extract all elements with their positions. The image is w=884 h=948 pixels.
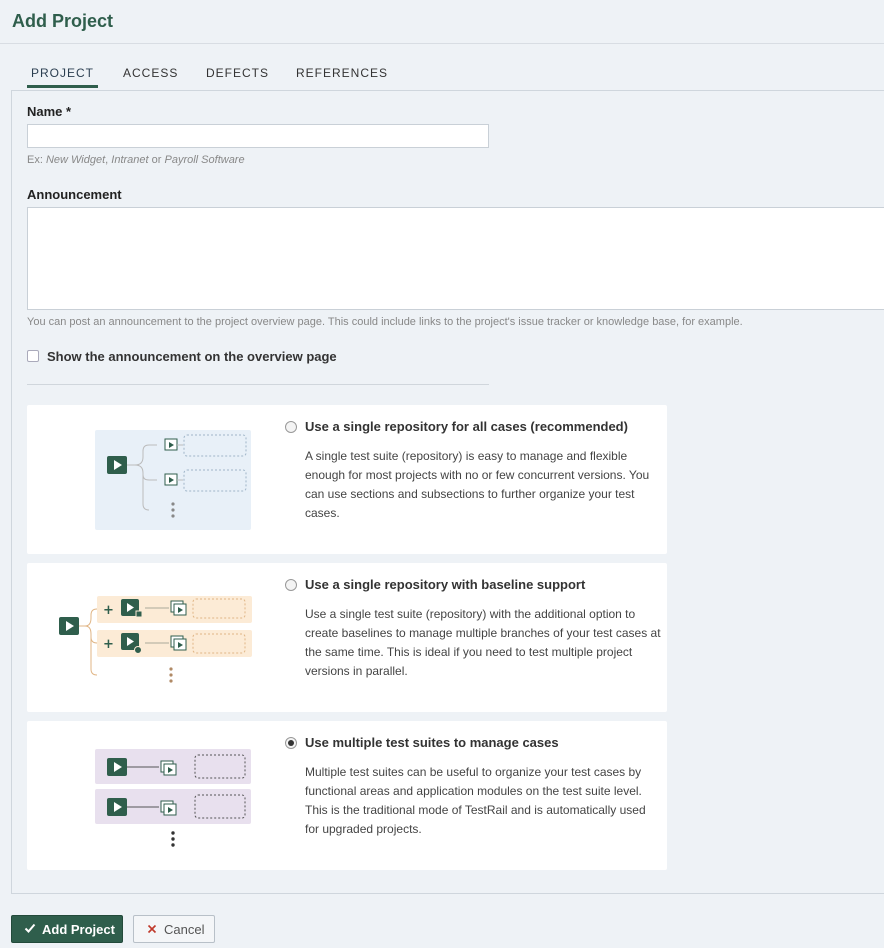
- suite-mode-card-baseline[interactable]: + + Use a single repository with baselin…: [27, 563, 667, 712]
- suite-mode-single-radio[interactable]: [285, 421, 297, 433]
- suite-mode-single-title: Use a single repository for all cases (r…: [305, 419, 628, 434]
- suite-mode-baseline-radio[interactable]: [285, 579, 297, 591]
- cancel-button-label: Cancel: [164, 921, 205, 937]
- show-announcement-label: Show the announcement on the overview pa…: [47, 349, 337, 364]
- suite-mode-single-description: A single test suite (repository) is easy…: [305, 449, 650, 520]
- add-project-button[interactable]: Add Project: [11, 915, 123, 943]
- svg-text:+: +: [103, 603, 114, 618]
- announcement-label: Announcement: [27, 187, 122, 202]
- page-header: Add Project: [0, 0, 884, 44]
- close-icon: [144, 922, 160, 937]
- name-input[interactable]: [27, 124, 489, 148]
- svg-text:+: +: [103, 637, 114, 652]
- divider: [27, 384, 489, 385]
- announcement-hint: You can post an announcement to the proj…: [27, 316, 743, 328]
- suite-mode-baseline-title: Use a single repository with baseline su…: [305, 577, 586, 592]
- name-hint: Ex: New Widget, Intranet or Payroll Soft…: [27, 154, 245, 166]
- add-project-button-label: Add Project: [42, 921, 115, 937]
- suite-mode-multiple-description: Multiple test suites can be useful to or…: [305, 765, 646, 836]
- tab-references[interactable]: References: [296, 66, 388, 90]
- announcement-textarea[interactable]: [27, 207, 884, 310]
- suite-mode-multiple-title: Use multiple test suites to manage cases: [305, 735, 559, 750]
- baseline-repository-illustration-icon: + +: [59, 596, 252, 683]
- suite-mode-card-multiple[interactable]: Use multiple test suites to manage cases…: [27, 721, 667, 870]
- name-label: Name *: [27, 104, 72, 119]
- single-repository-illustration-icon: [95, 430, 251, 530]
- tab-access[interactable]: Access: [123, 66, 178, 90]
- suite-mode-baseline-description: Use a single test suite (repository) wit…: [305, 607, 661, 678]
- multiple-suites-illustration-icon: [95, 749, 251, 847]
- cancel-button[interactable]: Cancel: [133, 915, 215, 943]
- page-title: Add Project: [12, 11, 114, 31]
- tab-project[interactable]: Project: [26, 66, 99, 90]
- show-announcement-checkbox[interactable]: [27, 350, 39, 362]
- suite-mode-card-single[interactable]: Use a single repository for all cases (r…: [27, 405, 667, 554]
- tab-defects[interactable]: Defects: [206, 66, 269, 90]
- checkmark-icon: [22, 922, 38, 937]
- suite-mode-multiple-radio[interactable]: [285, 737, 297, 749]
